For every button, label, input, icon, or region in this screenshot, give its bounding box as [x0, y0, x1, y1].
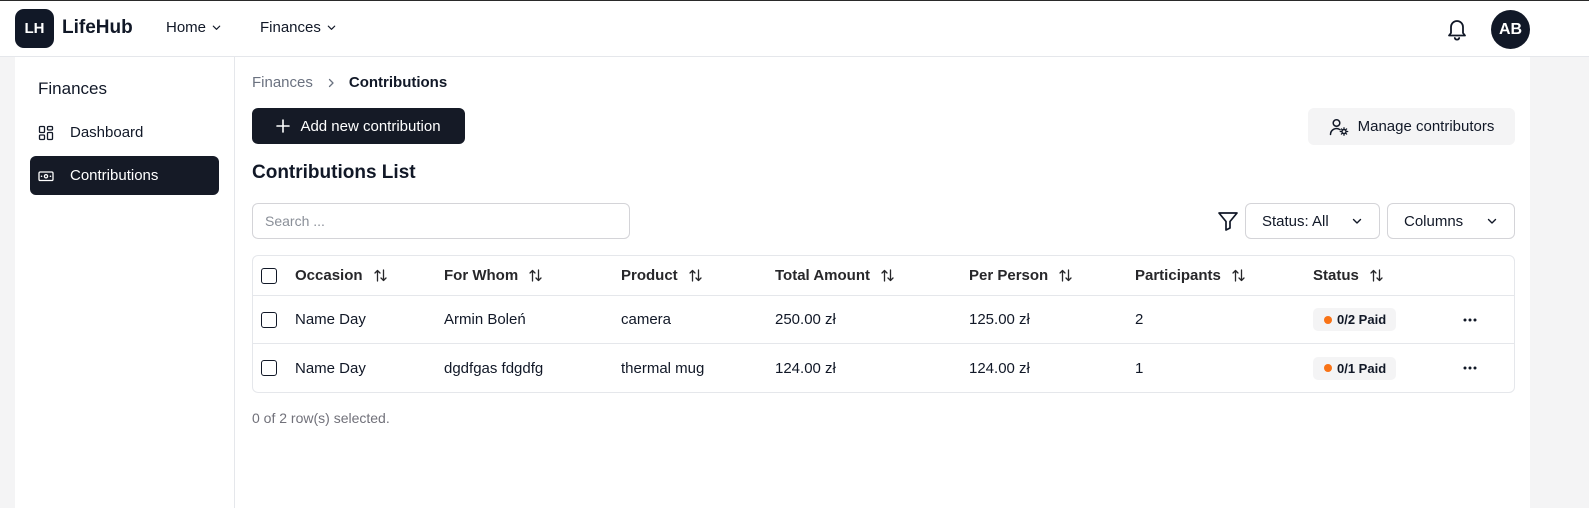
column-header-product[interactable]: Product: [621, 256, 703, 295]
nav-menu-home-label: Home: [166, 19, 207, 36]
sort-icon: [529, 269, 542, 282]
sidebar: Finances Dashboard Contributions: [15, 57, 235, 508]
column-header-label: Status: [1313, 267, 1359, 284]
breadcrumb-current: Contributions: [348, 74, 448, 91]
select-all-checkbox[interactable]: [261, 267, 277, 284]
status-badge-label: 0/1 Paid: [1337, 360, 1387, 376]
cell-occasion: Name Day: [295, 359, 366, 377]
cell-total-amount: 250.00 zł: [775, 311, 836, 328]
selection-count-text: 0 of 2 row(s) selected.: [252, 410, 390, 426]
cell-occasion: Name Day: [295, 311, 366, 328]
table-row[interactable]: Name Day dgdfgas fdgdfg thermal mug 124.…: [253, 344, 1514, 392]
sidebar-item-label: Contributions: [70, 167, 159, 184]
table-header-row: Occasion For Whom Product Total Amount P…: [253, 256, 1514, 296]
column-header-participants[interactable]: Participants: [1135, 256, 1246, 295]
column-header-per-person[interactable]: Per Person: [969, 256, 1073, 295]
sort-icon: [1370, 269, 1383, 282]
dashboard-icon: [38, 125, 54, 141]
sidebar-item-dashboard[interactable]: Dashboard: [30, 113, 219, 152]
cell-product: camera: [621, 311, 672, 328]
breadcrumb-parent-link[interactable]: Finances: [252, 74, 313, 91]
cell-status: 0/1 Paid: [1313, 344, 1397, 392]
status-badge: 0/1 Paid: [1313, 356, 1397, 380]
row-checkbox[interactable]: [261, 311, 277, 328]
status-dot-icon: [1324, 364, 1332, 372]
row-actions-cell: [1460, 344, 1480, 392]
cell-product: thermal mug: [621, 359, 705, 377]
top-navigation-bar: LH LifeHub Home Finances AB: [0, 0, 1589, 57]
sidebar-item-contributions[interactable]: Contributions: [30, 156, 219, 195]
cell-total-amount: 124.00 zł: [775, 359, 836, 377]
chevron-right-icon: [328, 78, 334, 87]
nav-menu-finances[interactable]: Finances: [260, 19, 337, 36]
more-horizontal-icon[interactable]: [1460, 310, 1480, 330]
row-checkbox[interactable]: [261, 360, 277, 376]
sidebar-title: Finances: [38, 79, 107, 98]
contributions-table: Occasion For Whom Product Total Amount P…: [252, 255, 1515, 393]
columns-dropdown-label: Columns: [1404, 212, 1464, 230]
bell-icon[interactable]: [1445, 16, 1469, 42]
search-input[interactable]: [252, 203, 630, 239]
nav-menu-home[interactable]: Home: [166, 19, 222, 36]
column-header-label: Occasion: [295, 267, 363, 284]
more-horizontal-icon[interactable]: [1460, 358, 1480, 378]
nav-menu-finances-label: Finances: [260, 19, 321, 36]
cell-for-whom: Armin Boleń: [444, 311, 526, 328]
sort-icon: [373, 269, 387, 282]
app-name[interactable]: LifeHub: [62, 17, 133, 39]
row-select-cell: [261, 344, 277, 392]
manage-contributors-label: Manage contributors: [1357, 118, 1495, 135]
row-select-cell: [261, 296, 277, 343]
sort-icon: [881, 269, 894, 282]
banknote-icon: [38, 168, 54, 184]
status-filter-dropdown[interactable]: Status: All: [1245, 203, 1380, 239]
page-gutter-left: [0, 57, 15, 508]
column-header-for-whom[interactable]: For Whom: [444, 256, 543, 295]
status-badge-label: 0/2 Paid: [1337, 312, 1387, 327]
column-header-label: Total Amount: [775, 267, 870, 284]
app-logo[interactable]: LH: [15, 9, 54, 48]
column-header-status[interactable]: Status: [1313, 256, 1384, 295]
cell-status: 0/2 Paid: [1313, 296, 1397, 343]
plus-icon: [276, 119, 291, 133]
chevron-down-icon: [1487, 218, 1497, 224]
breadcrumb: Finances Contributions: [252, 74, 447, 91]
column-header-label: Participants: [1135, 267, 1221, 284]
cell-participants: 2: [1135, 311, 1144, 328]
page-gutter-right: [1530, 57, 1589, 508]
sort-icon: [1059, 269, 1072, 282]
cell-participants: 1: [1135, 359, 1144, 377]
add-contribution-label: Add new contribution: [300, 117, 441, 135]
user-cog-icon: [1329, 118, 1348, 136]
select-all-cell: [261, 256, 277, 295]
cell-for-whom: dgdfgas fdgdfg: [444, 359, 544, 377]
column-header-label: For Whom: [444, 267, 519, 284]
status-filter-label: Status: All: [1262, 212, 1329, 230]
column-header-total-amount[interactable]: Total Amount: [775, 256, 895, 295]
sort-icon: [689, 269, 702, 282]
sidebar-item-label: Dashboard: [70, 124, 144, 141]
chevron-down-icon: [1352, 218, 1362, 224]
status-badge: 0/2 Paid: [1313, 308, 1397, 331]
chevron-down-icon: [212, 25, 221, 30]
cell-per-person: 125.00 zł: [969, 311, 1030, 328]
cell-per-person: 124.00 zł: [969, 359, 1030, 377]
chevron-down-icon: [327, 25, 336, 30]
filter-icon[interactable]: [1216, 209, 1240, 233]
page-title: Contributions List: [252, 162, 416, 183]
user-avatar[interactable]: AB: [1491, 10, 1530, 49]
sort-icon: [1232, 269, 1245, 282]
add-contribution-button[interactable]: Add new contribution: [252, 108, 465, 144]
columns-dropdown[interactable]: Columns: [1387, 203, 1515, 239]
status-dot-icon: [1324, 315, 1332, 324]
column-header-occasion[interactable]: Occasion: [295, 256, 388, 295]
manage-contributors-button[interactable]: Manage contributors: [1308, 108, 1515, 145]
column-header-label: Product: [621, 267, 678, 284]
column-header-label: Per Person: [969, 267, 1049, 284]
row-actions-cell: [1460, 296, 1480, 343]
table-row[interactable]: Name Day Armin Boleń camera 250.00 zł 12…: [253, 296, 1514, 344]
